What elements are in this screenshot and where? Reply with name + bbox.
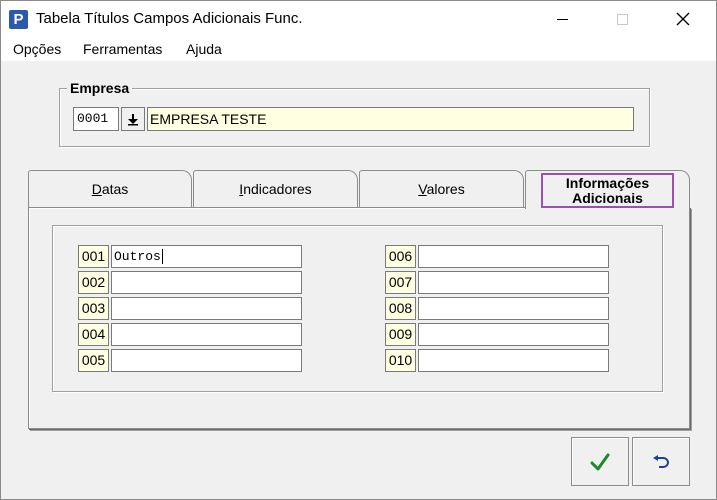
field-label-002: 002 bbox=[78, 271, 109, 294]
empresa-name-field: EMPRESA TESTE bbox=[147, 107, 634, 131]
field-input-010[interactable] bbox=[418, 349, 609, 372]
field-label-008: 008 bbox=[385, 297, 416, 320]
field-input-004[interactable] bbox=[111, 323, 302, 346]
field-input-005[interactable] bbox=[111, 349, 302, 372]
field-label-009: 009 bbox=[385, 323, 416, 346]
minimize-icon bbox=[556, 18, 568, 20]
menu-bar: Opções Ferramentas Ajuda bbox=[1, 37, 716, 61]
text-caret bbox=[161, 249, 163, 265]
tab-datas-rest: atas bbox=[101, 181, 129, 197]
close-button[interactable] bbox=[660, 1, 706, 37]
tab-indicadores-rest: ndicadores bbox=[243, 181, 312, 197]
tab-informacoes-adicionais-label[interactable]: Informações Adicionais bbox=[541, 173, 674, 208]
field-label-006: 006 bbox=[385, 245, 416, 268]
undo-icon bbox=[653, 454, 669, 468]
field-label-007: 007 bbox=[385, 271, 416, 294]
tab-indicadores[interactable]: Indicadores bbox=[193, 170, 358, 208]
field-input-003[interactable] bbox=[111, 297, 302, 320]
tab-datas[interactable]: Datas bbox=[28, 170, 192, 208]
field-input-009[interactable] bbox=[418, 323, 609, 346]
menu-ferramentas[interactable]: Ferramentas bbox=[83, 41, 162, 57]
maximize-icon bbox=[616, 13, 628, 25]
field-input-007[interactable] bbox=[418, 271, 609, 294]
field-label-004: 004 bbox=[78, 323, 109, 346]
main-window: P Tabela Títulos Campos Adicionais Func.… bbox=[0, 0, 717, 500]
close-icon bbox=[676, 12, 690, 26]
empresa-lookup-button[interactable] bbox=[121, 107, 145, 131]
tab-label-line2: Adicionais bbox=[572, 190, 643, 206]
confirm-button[interactable] bbox=[571, 437, 629, 486]
field-input-002[interactable] bbox=[111, 271, 302, 294]
tab-valores-rest: alores bbox=[426, 181, 465, 197]
field-input-008[interactable] bbox=[418, 297, 609, 320]
menu-ajuda[interactable]: Ajuda bbox=[186, 41, 222, 57]
menu-opcoes[interactable]: Opções bbox=[13, 41, 61, 57]
tab-valores[interactable]: Valores bbox=[359, 170, 524, 208]
tab-valores-accel: V bbox=[418, 181, 427, 197]
undo-button[interactable] bbox=[632, 437, 690, 486]
field-label-005: 005 bbox=[78, 349, 109, 372]
field-label-003: 003 bbox=[78, 297, 109, 320]
field-input-001[interactable]: Outros bbox=[111, 245, 302, 268]
download-arrow-icon bbox=[128, 113, 138, 125]
maximize-button bbox=[599, 1, 645, 37]
field-label-001: 001 bbox=[78, 245, 109, 268]
field-label-010: 010 bbox=[385, 349, 416, 372]
title-bar[interactable]: P Tabela Títulos Campos Adicionais Func. bbox=[1, 1, 716, 37]
empresa-code-field[interactable]: 0001 bbox=[73, 107, 119, 131]
field-input-006[interactable] bbox=[418, 245, 609, 268]
tab-label-line1: Informações bbox=[565, 175, 650, 191]
empresa-group-label: Empresa bbox=[67, 80, 133, 96]
app-logo-icon: P bbox=[9, 10, 28, 29]
checkmark-icon bbox=[590, 453, 610, 470]
tab-datas-accel: D bbox=[91, 181, 102, 197]
field-value-001: Outros bbox=[114, 249, 161, 264]
window-title: Tabela Títulos Campos Adicionais Func. bbox=[36, 10, 303, 27]
minimize-button[interactable] bbox=[539, 1, 585, 37]
